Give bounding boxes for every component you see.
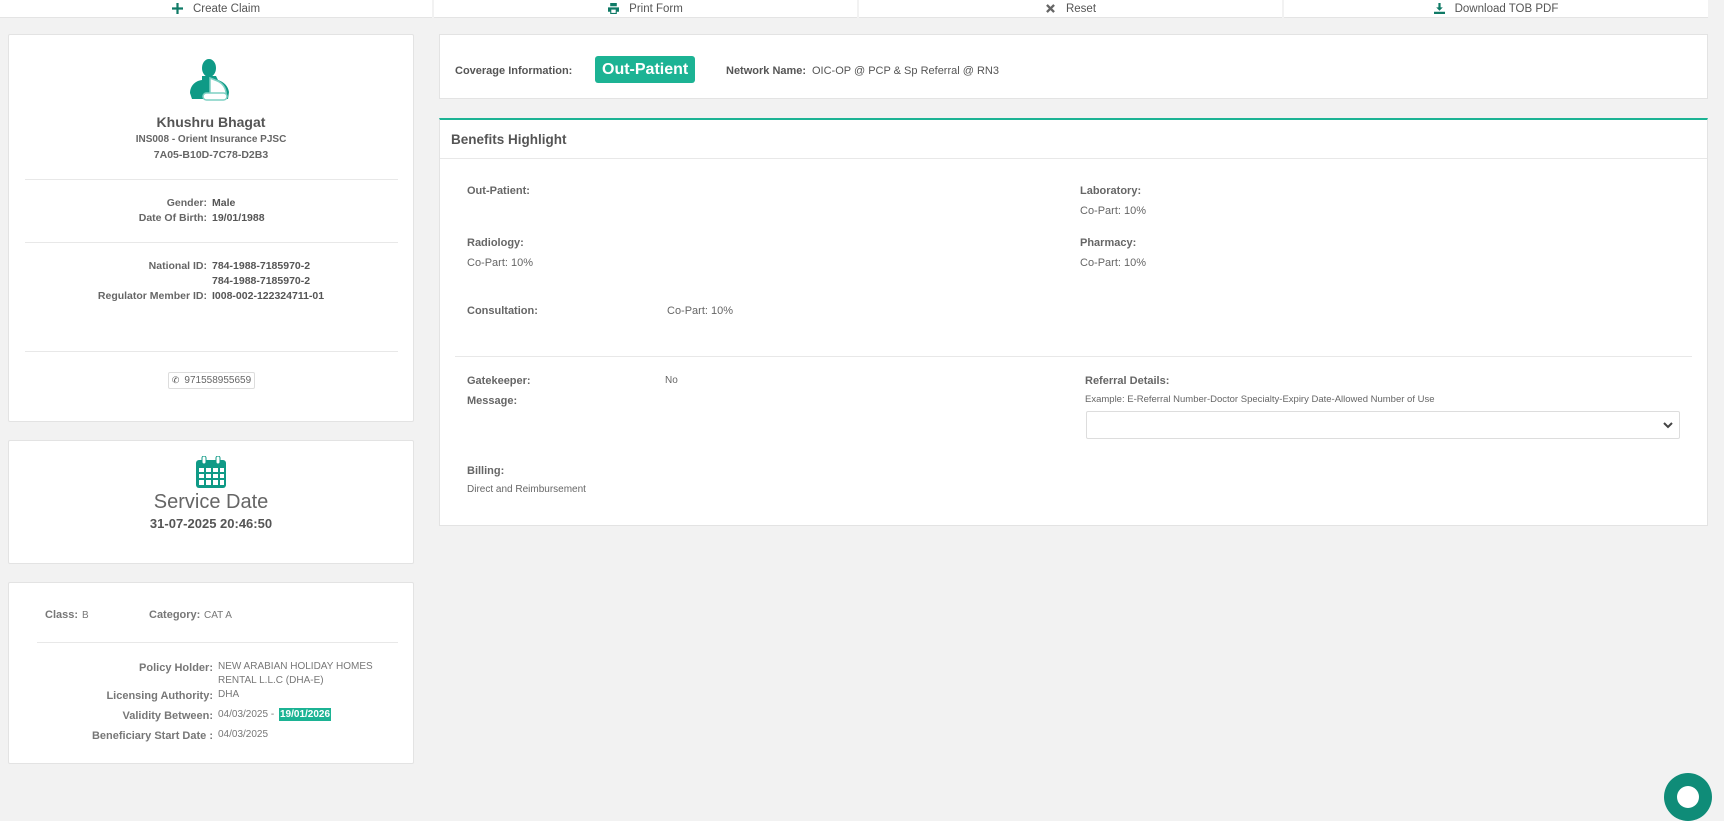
download-icon [1433, 3, 1445, 14]
billing-value: Direct and Reimbursement [467, 484, 586, 495]
divider [25, 179, 398, 180]
divider [37, 642, 398, 643]
validity-end-highlight: 19/01/2026 [279, 708, 332, 721]
consultation-label: Consultation: [467, 305, 538, 317]
chat-icon [1677, 786, 1699, 808]
service-date-title: Service Date [153, 491, 269, 513]
gender-value: Male [212, 197, 236, 209]
insurer: INS008 - Orient Insurance PJSC [135, 134, 287, 145]
category-value: CAT A [204, 610, 232, 621]
referral-select[interactable] [1086, 411, 1680, 439]
message-label: Message: [467, 395, 518, 407]
network-label: Network Name: [726, 65, 807, 77]
consultation-value: Co-Part: 10% [667, 305, 734, 317]
billing-label: Billing: [467, 465, 505, 477]
close-icon [1046, 4, 1055, 13]
phone-icon: ✆ [171, 375, 180, 385]
divider [455, 356, 1692, 357]
regulator-id-value: I008-002-122324711-01 [212, 290, 325, 302]
dob-label: Date Of Birth: [138, 212, 207, 224]
divider [25, 242, 398, 243]
benefits-title: Benefits Highlight [451, 132, 567, 147]
referral-example: Example: E-Referral Number-Doctor Specia… [1085, 394, 1435, 405]
policy-holder-line1: NEW ARABIAN HOLIDAY HOMES [218, 661, 373, 672]
licensing-authority-label: Licensing Authority: [106, 690, 213, 702]
patient-avatar-icon [190, 59, 229, 101]
gender-label: Gender: [166, 197, 207, 209]
policy-holder-line2: RENTAL L.L.C (DHA-E) [218, 675, 324, 686]
referral-label: Referral Details: [1085, 375, 1170, 387]
reset-label: Reset [1065, 2, 1097, 15]
national-id-label: National ID: [148, 260, 207, 272]
laboratory-value: Co-Part: 10% [1080, 205, 1147, 217]
beneficiary-start-value: 04/03/2025 [218, 729, 269, 740]
member-name: Khushru Bhagat [156, 114, 266, 130]
class-label: Class: [45, 609, 79, 621]
divider [25, 351, 398, 352]
calendar-icon [196, 456, 226, 488]
network-value: OIC-OP @ PCP & Sp Referral @ RN3 [812, 65, 999, 77]
class-value: B [82, 610, 89, 621]
radiology-value: Co-Part: 10% [467, 257, 534, 269]
beneficiary-start-label: Beneficiary Start Date : [91, 730, 213, 742]
print-form-label: Print Form [629, 2, 683, 15]
download-tob-label: Download TOB PDF [1454, 2, 1559, 15]
print-form-button[interactable]: Print Form [434, 0, 857, 18]
create-claim-label: Create Claim [192, 2, 261, 15]
national-id-value-2: 784-1988-7185970-2 [212, 275, 311, 287]
validity-label: Validity Between: [122, 710, 213, 722]
laboratory-label: Laboratory: [1080, 185, 1142, 197]
print-icon [608, 3, 620, 14]
gatekeeper-value: No [665, 375, 678, 386]
service-datetime: 31-07-2025 20:46:50 [149, 516, 273, 531]
gatekeeper-label: Gatekeeper: [467, 375, 531, 387]
dob-value: 19/01/1988 [212, 212, 265, 224]
benefits-card [439, 118, 1708, 526]
chat-button[interactable] [1664, 773, 1712, 821]
pharmacy-value: Co-Part: 10% [1080, 257, 1147, 269]
licensing-authority-value: DHA [218, 689, 240, 700]
outpatient-label: Out-Patient: [467, 185, 530, 197]
category-label: Category: [149, 609, 201, 621]
divider [440, 158, 1707, 159]
download-tob-button[interactable]: Download TOB PDF [1284, 0, 1708, 18]
phone-badge[interactable]: ✆ 971558955659 [168, 372, 255, 389]
regulator-id-label: Regulator Member ID: [97, 290, 207, 302]
pharmacy-label: Pharmacy: [1080, 237, 1137, 249]
coverage-badge: Out-Patient [595, 56, 696, 83]
plus-icon [171, 3, 183, 14]
chevron-down-icon [1663, 422, 1673, 429]
validity-start: 04/03/2025 - [218, 709, 275, 720]
reset-button[interactable]: Reset [859, 0, 1282, 18]
radiology-label: Radiology: [467, 237, 524, 249]
national-id-value: 784-1988-7185970-2 [212, 260, 311, 272]
create-claim-button[interactable]: Create Claim [0, 0, 432, 18]
card-id: 7A05-B10D-7C78-D2B3 [153, 149, 269, 161]
coverage-label: Coverage Information: [455, 65, 573, 77]
policy-holder-label: Policy Holder: [139, 662, 213, 674]
phone-number: 971558955659 [184, 375, 252, 386]
